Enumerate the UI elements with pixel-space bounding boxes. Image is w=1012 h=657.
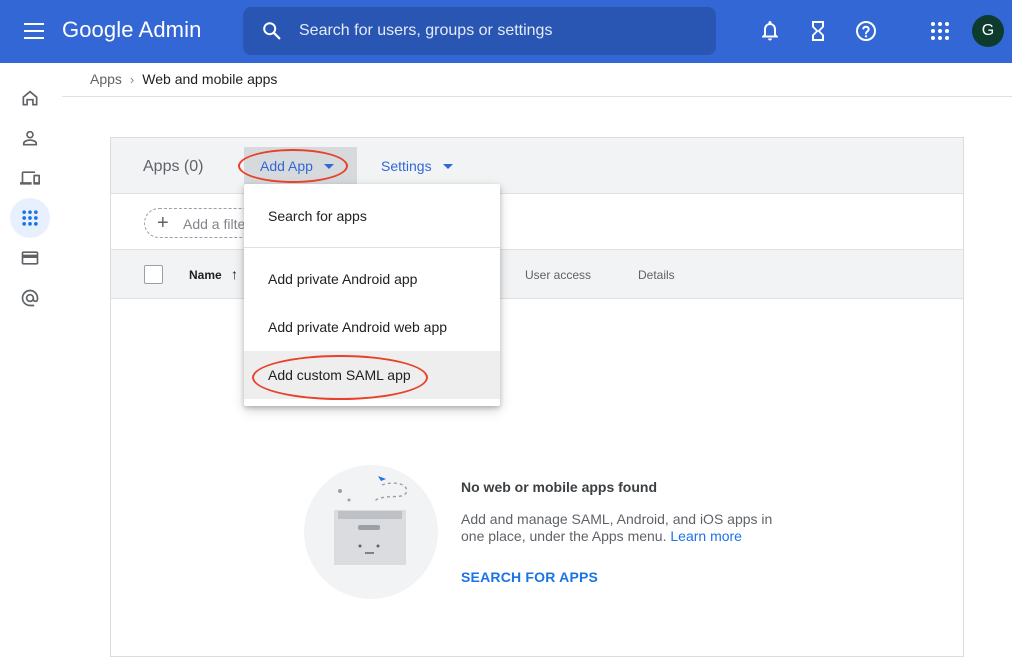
filter-row: + Add a filter	[111, 194, 963, 250]
bell-icon[interactable]	[758, 19, 782, 43]
breadcrumb-apps-link[interactable]: Apps	[90, 71, 122, 87]
avatar[interactable]: G	[972, 15, 1004, 47]
settings-label: Settings	[381, 158, 432, 174]
billing-icon[interactable]	[10, 238, 50, 278]
plus-icon: +	[157, 212, 169, 234]
menu-item-search-for-apps[interactable]: Search for apps	[244, 192, 500, 240]
top-bar: Google Admin G	[0, 0, 1012, 63]
learn-more-link[interactable]: Learn more	[670, 528, 742, 544]
table-header: Name ↑ User access Details	[111, 250, 963, 299]
menu-item-label: Add private Android app	[268, 271, 418, 287]
menu-item-add-private-android-web-app[interactable]: Add private Android web app	[244, 303, 500, 351]
menu-item-label: Search for apps	[268, 208, 367, 224]
help-icon[interactable]	[854, 19, 878, 43]
menu-item-add-private-android-app[interactable]: Add private Android app	[244, 255, 500, 303]
empty-box-illustration	[304, 465, 438, 599]
google-admin-logo[interactable]: Google Admin	[62, 17, 201, 43]
column-header-details[interactable]: Details	[638, 268, 675, 282]
home-icon[interactable]	[10, 78, 50, 118]
highlight-add-app	[238, 149, 348, 183]
menu-divider	[244, 247, 500, 248]
add-filter-label: Add a filter	[183, 216, 250, 232]
at-icon[interactable]	[10, 278, 50, 318]
apps-count: Apps (0)	[143, 158, 204, 175]
apps-card: Apps (0) Add App Settings + Add a filter…	[110, 137, 964, 657]
search-input[interactable]	[299, 17, 699, 45]
menu-icon[interactable]	[20, 20, 48, 42]
breadcrumb-separator: ›	[129, 72, 135, 87]
breadcrumb-divider	[62, 96, 1012, 97]
hourglass-icon[interactable]	[806, 19, 830, 43]
empty-state-description: Add and manage SAML, Android, and iOS ap…	[461, 511, 781, 545]
menu-item-label: Add private Android web app	[268, 319, 448, 335]
devices-icon[interactable]	[10, 158, 50, 198]
column-header-user-access[interactable]: User access	[525, 268, 591, 282]
settings-button[interactable]: Settings	[381, 147, 471, 185]
highlight-add-custom-saml-app	[252, 355, 428, 400]
sort-ascending-icon[interactable]: ↑	[231, 266, 238, 282]
breadcrumb: Apps › Web and mobile apps	[90, 71, 277, 87]
apps-icon[interactable]	[10, 198, 50, 238]
empty-state-title: No web or mobile apps found	[461, 479, 657, 495]
user-icon[interactable]	[10, 118, 50, 158]
select-all-checkbox[interactable]	[144, 265, 163, 284]
apps-grid-icon[interactable]	[928, 19, 952, 43]
caret-down-icon	[443, 164, 453, 169]
search-box[interactable]	[243, 7, 716, 55]
column-header-name[interactable]: Name	[189, 268, 222, 282]
breadcrumb-current: Web and mobile apps	[142, 71, 278, 87]
search-for-apps-button[interactable]: SEARCH FOR APPS	[461, 569, 598, 585]
search-icon	[263, 22, 281, 40]
